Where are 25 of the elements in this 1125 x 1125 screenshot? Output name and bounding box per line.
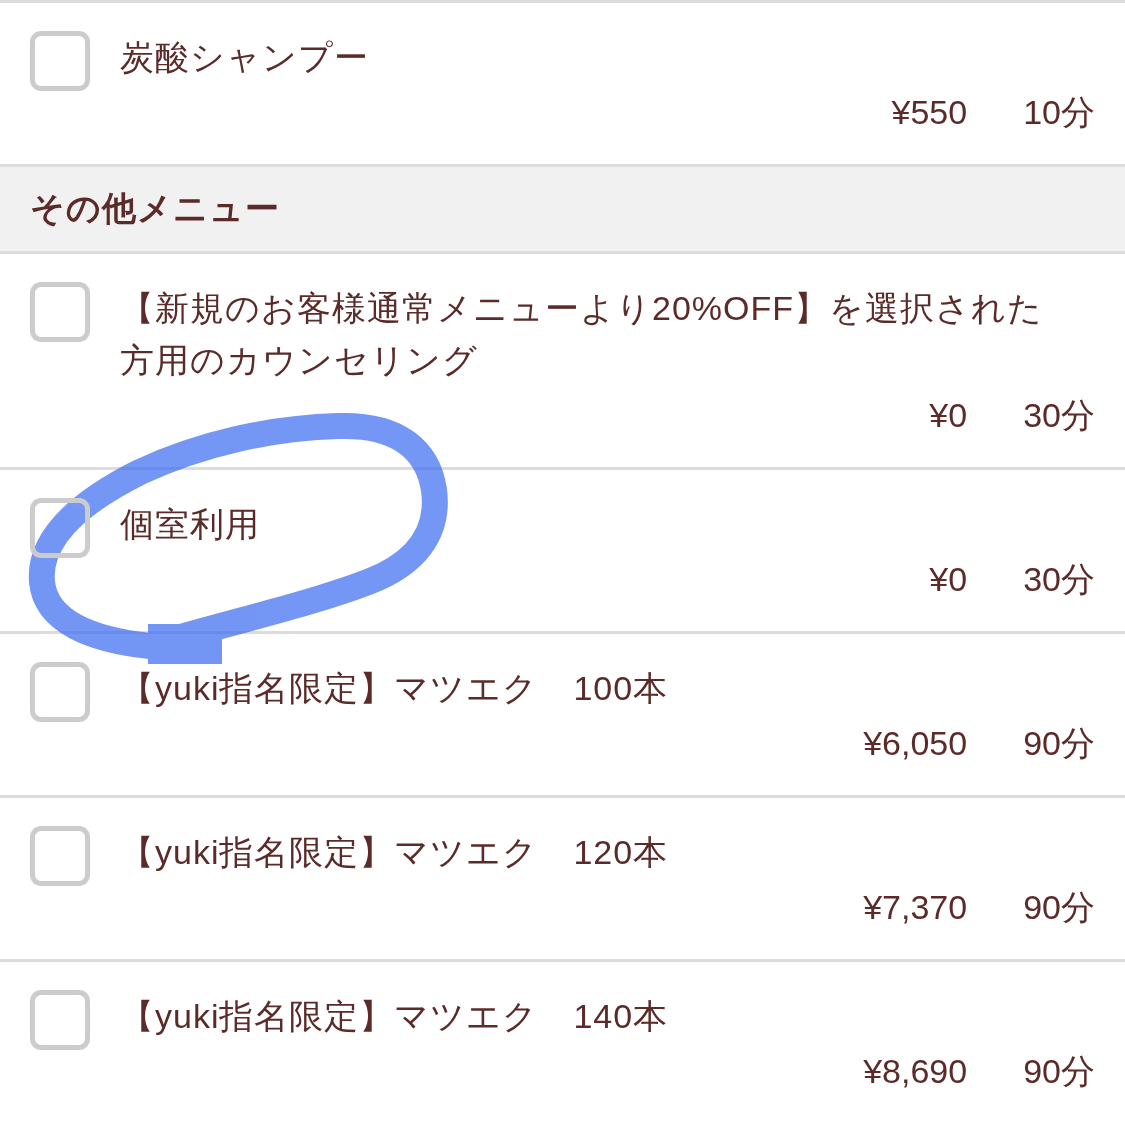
- price: ¥0: [929, 395, 968, 436]
- menu-item-title: 【新規のお客様通常メニューより20%OFF】を選択された方用のカウンセリング: [120, 288, 1045, 381]
- section-title: その他メニュー: [30, 188, 280, 229]
- checkbox[interactable]: [30, 662, 90, 722]
- menu-item-title: 個室利用: [120, 504, 261, 545]
- duration: 90分: [1023, 887, 1095, 928]
- menu-item-title: 【yuki指名限定】マツエク 120本: [120, 832, 670, 873]
- checkbox[interactable]: [30, 31, 90, 91]
- duration: 90分: [1023, 723, 1095, 764]
- checkbox[interactable]: [30, 282, 90, 342]
- checkbox[interactable]: [30, 990, 90, 1050]
- duration: 10分: [1023, 92, 1095, 133]
- duration: 30分: [1023, 559, 1095, 600]
- checkbox[interactable]: [30, 498, 90, 558]
- price: ¥6,050: [863, 723, 968, 764]
- price: ¥7,370: [863, 887, 968, 928]
- price: ¥8,690: [863, 1051, 968, 1092]
- duration: 30分: [1023, 395, 1095, 436]
- duration: 90分: [1023, 1051, 1095, 1092]
- price: ¥550: [891, 92, 968, 133]
- menu-item-title: 炭酸シャンプー: [120, 37, 370, 78]
- price: ¥0: [929, 559, 968, 600]
- checkbox[interactable]: [30, 826, 90, 886]
- menu-item-title: 【yuki指名限定】マツエク 100本: [120, 668, 670, 709]
- menu-item-title: 【yuki指名限定】マツエク 140本: [120, 996, 670, 1037]
